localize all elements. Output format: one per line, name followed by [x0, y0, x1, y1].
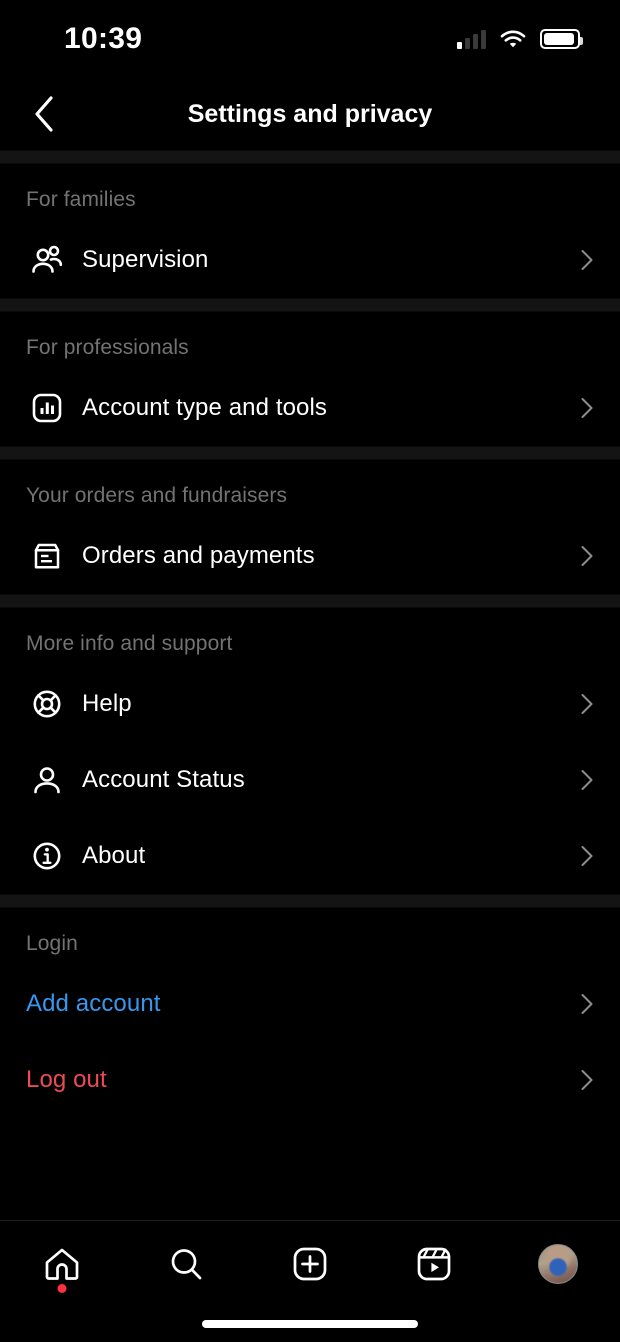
- home-indicator: [202, 1320, 418, 1328]
- chevron-right-icon: [574, 248, 598, 272]
- settings-row-label: Add account: [26, 990, 574, 1018]
- settings-row-account-type-and-tools[interactable]: Account type and tools: [0, 370, 620, 446]
- life-ring-icon: [26, 683, 68, 725]
- tab-home[interactable]: [0, 1221, 124, 1307]
- tab-create[interactable]: [248, 1221, 372, 1307]
- settings-row-label: Account Status: [82, 766, 574, 794]
- home-icon: [40, 1242, 84, 1286]
- chevron-right-icon: [574, 844, 598, 868]
- settings-row-supervision[interactable]: Supervision: [0, 222, 620, 298]
- archive-box-icon: [26, 535, 68, 577]
- chevron-right-icon: [574, 1068, 598, 1092]
- home-badge-dot: [58, 1284, 67, 1293]
- section-separator: [0, 894, 620, 908]
- wifi-icon: [500, 30, 526, 49]
- chevron-right-icon: [574, 768, 598, 792]
- section-title: For professionals: [0, 322, 620, 370]
- tab-profile[interactable]: [496, 1221, 620, 1307]
- info-circle-icon: [26, 835, 68, 877]
- create-plus-icon: [288, 1242, 332, 1286]
- section-title: For families: [0, 174, 620, 222]
- section-separator: [0, 446, 620, 460]
- chevron-right-icon: [574, 992, 598, 1016]
- settings-row-add-account[interactable]: Add account: [0, 966, 620, 1042]
- settings-row-label: Account type and tools: [82, 394, 574, 422]
- section-separator: [0, 150, 620, 164]
- settings-row-label: Help: [82, 690, 574, 718]
- settings-row-label: Supervision: [82, 246, 574, 274]
- chevron-left-icon: [32, 94, 56, 134]
- back-button[interactable]: [22, 92, 66, 136]
- settings-row-label: Orders and payments: [82, 542, 574, 570]
- settings-row-account-status[interactable]: Account Status: [0, 742, 620, 818]
- settings-row-label: About: [82, 842, 574, 870]
- tab-search[interactable]: [124, 1221, 248, 1307]
- page-header: Settings and privacy: [0, 78, 620, 150]
- reels-icon: [412, 1242, 456, 1286]
- settings-section-orders-and-fundraisers: Your orders and fundraisers Orders and p…: [0, 460, 620, 594]
- status-bar: 10:39: [0, 0, 620, 78]
- chevron-right-icon: [574, 396, 598, 420]
- tab-reels[interactable]: [372, 1221, 496, 1307]
- settings-row-label: Log out: [26, 1066, 574, 1094]
- cellular-signal-icon: [457, 29, 486, 49]
- bar-chart-square-icon: [26, 387, 68, 429]
- bottom-tab-bar: [0, 1220, 620, 1342]
- section-title: Login: [0, 918, 620, 966]
- section-separator: [0, 298, 620, 312]
- section-separator: [0, 594, 620, 608]
- search-icon: [164, 1242, 208, 1286]
- page-title: Settings and privacy: [0, 100, 620, 129]
- people-icon: [26, 239, 68, 281]
- battery-icon: [540, 29, 580, 49]
- settings-section-for-families: For families Supervision: [0, 164, 620, 298]
- settings-row-help[interactable]: Help: [0, 666, 620, 742]
- settings-section-more-info-and-support: More info and support Help Ac: [0, 608, 620, 894]
- profile-avatar-icon: [538, 1244, 578, 1284]
- status-bar-indicators: [457, 29, 580, 49]
- settings-row-log-out[interactable]: Log out: [0, 1042, 620, 1118]
- section-title: Your orders and fundraisers: [0, 470, 620, 518]
- settings-row-orders-and-payments[interactable]: Orders and payments: [0, 518, 620, 594]
- chevron-right-icon: [574, 544, 598, 568]
- section-title: More info and support: [0, 618, 620, 666]
- settings-row-about[interactable]: About: [0, 818, 620, 894]
- settings-section-for-professionals: For professionals Account type and tools: [0, 312, 620, 446]
- person-icon: [26, 759, 68, 801]
- settings-section-login: Login Add account Log out: [0, 908, 620, 1118]
- chevron-right-icon: [574, 692, 598, 716]
- settings-list: For families Supervision For professiona…: [0, 164, 620, 1118]
- status-bar-clock: 10:39: [64, 22, 142, 56]
